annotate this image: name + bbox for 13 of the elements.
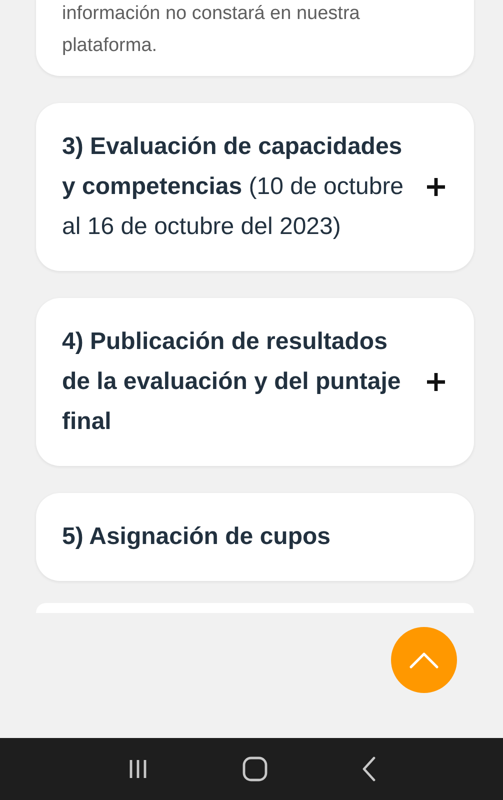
accordion-item[interactable]: 4) Publicación de resultados de la evaluación y del puntaje final	[36, 298, 474, 466]
chevron-up-icon	[409, 650, 439, 670]
step-title: 5) Asignación de cupos	[62, 522, 332, 552]
info-text: información no constará en nuestra	[62, 2, 361, 26]
accordion-item[interactable]: 3) Evaluación de capacidades y competencias (10 de octubre al 16 de octubre del 2023)	[36, 103, 474, 271]
accordion-item[interactable]: 5) Asignación de cupos	[36, 493, 474, 581]
step-title: 4) Publicación de resultados de la evaluación y del puntaje final	[62, 327, 402, 437]
plus-icon[interactable]	[426, 372, 446, 392]
back-icon[interactable]	[360, 756, 377, 782]
info-text: plataforma.	[62, 34, 158, 58]
home-icon[interactable]	[242, 756, 268, 782]
plus-icon[interactable]	[426, 177, 446, 197]
step-title: 3) Evaluación de capacidades y competencias (10 de octubre al 16 de octubre del 2023)	[62, 132, 405, 242]
